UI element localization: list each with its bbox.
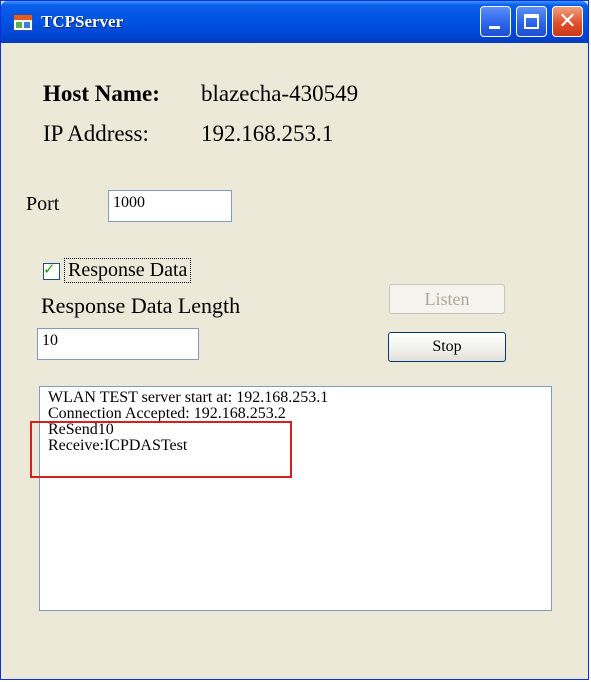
host-name-label: Host Name:	[43, 81, 160, 106]
minimize-button[interactable]	[480, 6, 511, 37]
minimize-icon	[489, 26, 500, 29]
response-data-length-label: Response Data Length	[41, 293, 241, 318]
response-data-length-input[interactable]: 10	[37, 328, 199, 360]
ip-address-label: IP Address:	[43, 121, 149, 146]
ip-address-value: 192.168.253.1	[201, 121, 334, 146]
app-icon[interactable]	[13, 14, 33, 31]
maximize-icon	[524, 14, 539, 29]
listen-button[interactable]: Listen	[389, 284, 505, 314]
port-label: Port	[26, 193, 60, 215]
annotation-highlight-box	[30, 421, 292, 478]
maximize-button[interactable]	[516, 6, 547, 37]
log-line: Connection Accepted: 192.168.253.2	[48, 405, 286, 422]
log-line: WLAN TEST server start at: 192.168.253.1	[48, 389, 329, 406]
stop-button[interactable]: Stop	[388, 332, 506, 362]
tcpserver-window: TCPServer ✕ Host Name: blazecha-430549 I…	[0, 0, 589, 680]
checkmark-icon: ✓	[43, 260, 56, 278]
title-bar[interactable]: TCPServer ✕	[1, 1, 588, 43]
response-data-checkbox[interactable]: ✓	[43, 260, 60, 280]
response-data-checkbox-label[interactable]: Response Data	[64, 258, 192, 283]
close-button[interactable]: ✕	[552, 6, 583, 37]
window-title: TCPServer	[41, 12, 124, 31]
close-icon: ✕	[558, 9, 577, 34]
port-input[interactable]: 1000	[108, 190, 232, 222]
log-textarea[interactable]: WLAN TEST server start at: 192.168.253.1…	[39, 386, 552, 611]
host-name-value: blazecha-430549	[201, 81, 359, 106]
